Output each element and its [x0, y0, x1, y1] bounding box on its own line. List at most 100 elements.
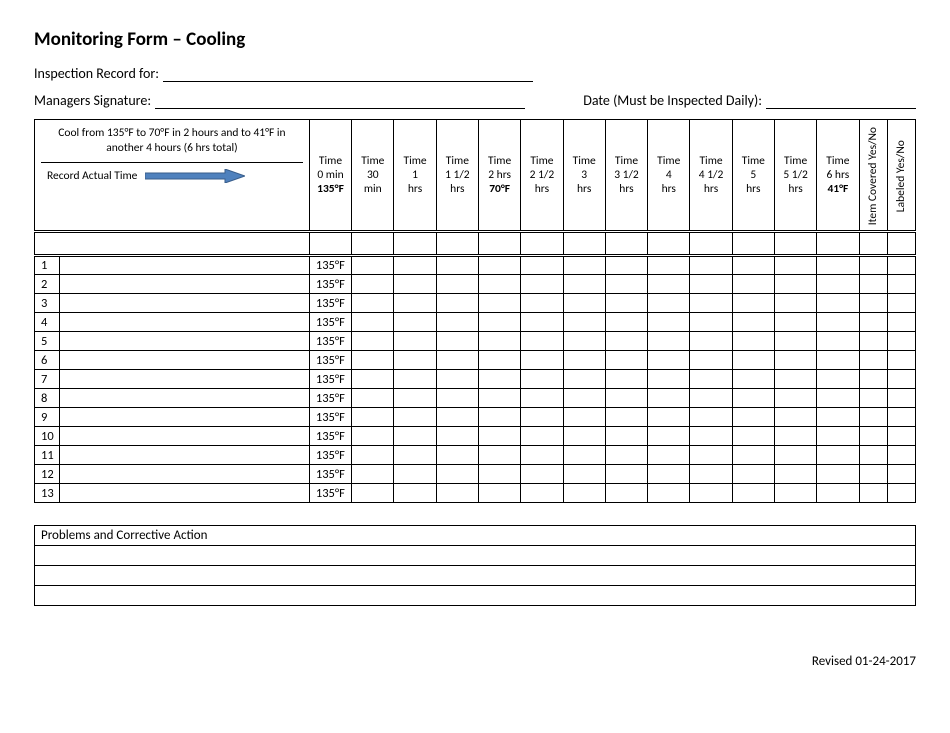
row-temp-cell[interactable] — [521, 313, 563, 332]
row-temp-cell[interactable] — [817, 389, 859, 408]
row-temp-cell[interactable] — [648, 313, 690, 332]
row-temp-cell[interactable] — [732, 408, 774, 427]
row-temp-cell[interactable] — [478, 389, 520, 408]
row-temp-cell[interactable] — [817, 275, 859, 294]
row-temp-cell[interactable] — [478, 427, 520, 446]
row-temp-cell[interactable] — [394, 389, 436, 408]
row-temp-cell[interactable] — [732, 370, 774, 389]
signature-input-line[interactable] — [155, 93, 525, 109]
row-temp-cell[interactable] — [563, 351, 605, 370]
row-temp-cell[interactable] — [817, 446, 859, 465]
row-temp-cell[interactable] — [605, 313, 647, 332]
row-temp-cell[interactable] — [690, 256, 732, 275]
date-input-line[interactable] — [766, 93, 916, 109]
row-temp-cell[interactable] — [478, 484, 520, 503]
row-item-cell[interactable] — [60, 389, 310, 408]
row-temp-cell[interactable] — [774, 465, 816, 484]
row-temp-cell[interactable] — [605, 256, 647, 275]
row-temp-cell[interactable] — [563, 446, 605, 465]
row-temp-cell[interactable] — [394, 446, 436, 465]
row-item-cell[interactable] — [60, 256, 310, 275]
row-labeled-cell[interactable] — [887, 294, 915, 313]
row-temp-cell[interactable] — [521, 446, 563, 465]
row-temp-cell[interactable] — [817, 351, 859, 370]
row-item-cell[interactable] — [60, 465, 310, 484]
row-item-cell[interactable] — [60, 446, 310, 465]
row-temp-cell[interactable] — [690, 427, 732, 446]
row-temp-cell[interactable] — [436, 313, 478, 332]
row-item-cell[interactable] — [60, 332, 310, 351]
row-labeled-cell[interactable] — [887, 427, 915, 446]
row-temp-cell[interactable] — [521, 370, 563, 389]
row-temp-cell[interactable] — [394, 427, 436, 446]
row-temp-cell[interactable] — [436, 408, 478, 427]
row-temp-cell[interactable] — [436, 389, 478, 408]
row-labeled-cell[interactable] — [887, 389, 915, 408]
row-temp-cell[interactable] — [352, 370, 394, 389]
row-temp-cell[interactable] — [732, 484, 774, 503]
row-item-cell[interactable] — [60, 408, 310, 427]
row-temp-cell[interactable] — [521, 427, 563, 446]
row-temp-cell[interactable] — [732, 256, 774, 275]
row-temp-cell[interactable] — [563, 484, 605, 503]
row-temp-cell[interactable] — [774, 256, 816, 275]
row-temp-cell[interactable] — [690, 275, 732, 294]
row-temp-cell[interactable] — [690, 294, 732, 313]
row-temp-cell[interactable] — [436, 465, 478, 484]
row-item-cell[interactable] — [60, 275, 310, 294]
row-covered-cell[interactable] — [859, 332, 887, 351]
row-temp-cell[interactable] — [563, 465, 605, 484]
row-temp-cell[interactable] — [732, 389, 774, 408]
row-temp-cell[interactable] — [774, 332, 816, 351]
row-labeled-cell[interactable] — [887, 351, 915, 370]
row-temp-cell[interactable] — [774, 294, 816, 313]
row-temp-cell[interactable] — [478, 446, 520, 465]
row-temp-cell[interactable] — [478, 408, 520, 427]
row-labeled-cell[interactable] — [887, 275, 915, 294]
row-temp-cell[interactable] — [436, 256, 478, 275]
row-temp-cell[interactable] — [774, 351, 816, 370]
row-temp-cell[interactable] — [352, 294, 394, 313]
row-temp-cell[interactable] — [394, 332, 436, 351]
row-temp-cell[interactable] — [732, 332, 774, 351]
row-temp-cell[interactable] — [817, 313, 859, 332]
row-temp-cell[interactable] — [352, 275, 394, 294]
row-temp-cell[interactable] — [394, 370, 436, 389]
row-covered-cell[interactable] — [859, 256, 887, 275]
row-temp-cell[interactable] — [352, 408, 394, 427]
row-temp-cell[interactable] — [394, 351, 436, 370]
row-labeled-cell[interactable] — [887, 408, 915, 427]
row-temp-cell[interactable] — [521, 351, 563, 370]
row-temp-cell[interactable] — [817, 484, 859, 503]
row-temp-cell[interactable] — [605, 389, 647, 408]
row-temp-cell[interactable] — [605, 351, 647, 370]
row-labeled-cell[interactable] — [887, 256, 915, 275]
row-temp-cell[interactable] — [352, 389, 394, 408]
row-temp-cell[interactable] — [774, 484, 816, 503]
row-temp-cell[interactable] — [690, 370, 732, 389]
row-covered-cell[interactable] — [859, 465, 887, 484]
row-temp-cell[interactable] — [690, 408, 732, 427]
row-temp-cell[interactable] — [352, 465, 394, 484]
row-temp-cell[interactable] — [394, 275, 436, 294]
row-covered-cell[interactable] — [859, 294, 887, 313]
row-temp-cell[interactable] — [774, 446, 816, 465]
row-temp-cell[interactable] — [605, 446, 647, 465]
row-temp-cell[interactable] — [478, 332, 520, 351]
row-temp-cell[interactable] — [690, 484, 732, 503]
row-temp-cell[interactable] — [394, 484, 436, 503]
row-labeled-cell[interactable] — [887, 446, 915, 465]
row-temp-cell[interactable] — [436, 427, 478, 446]
row-temp-cell[interactable] — [774, 370, 816, 389]
row-temp-cell[interactable] — [690, 313, 732, 332]
row-labeled-cell[interactable] — [887, 370, 915, 389]
row-covered-cell[interactable] — [859, 408, 887, 427]
row-temp-cell[interactable] — [605, 465, 647, 484]
row-temp-cell[interactable] — [648, 465, 690, 484]
row-temp-cell[interactable] — [478, 465, 520, 484]
row-temp-cell[interactable] — [436, 446, 478, 465]
row-temp-cell[interactable] — [732, 351, 774, 370]
row-temp-cell[interactable] — [732, 275, 774, 294]
row-temp-cell[interactable] — [563, 275, 605, 294]
row-temp-cell[interactable] — [690, 446, 732, 465]
